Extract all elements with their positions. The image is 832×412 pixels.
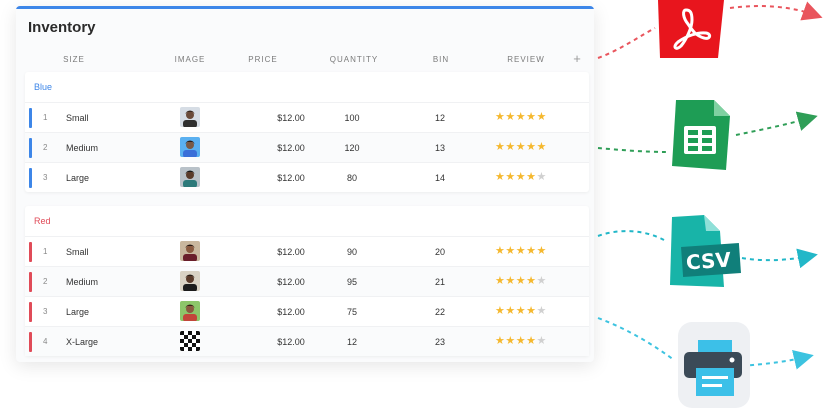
spreadsheet-icon — [672, 100, 730, 170]
sheets-export-icon[interactable] — [668, 98, 734, 177]
csv-label: CSV — [685, 247, 732, 275]
pdf-export-icon[interactable] — [656, 0, 726, 65]
print-export-icon[interactable] — [676, 322, 752, 412]
printer-icon — [678, 322, 750, 408]
pdf-icon — [658, 0, 724, 58]
csv-export-icon[interactable]: CSV — [664, 215, 744, 294]
